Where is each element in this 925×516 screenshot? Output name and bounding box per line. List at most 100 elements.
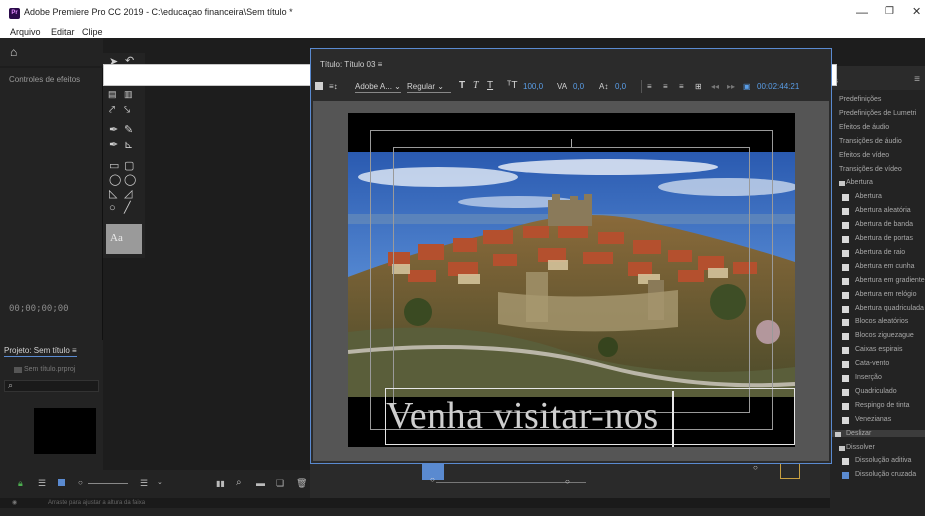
- pen-tool-icon[interactable]: ✒: [109, 125, 118, 136]
- leading-value[interactable]: 0,0: [615, 82, 626, 91]
- circle-tool-icon[interactable]: ○: [109, 203, 116, 214]
- tab-stops-icon[interactable]: ⊞: [695, 82, 702, 91]
- minimize-button[interactable]: —: [856, 5, 868, 19]
- new-item-icon[interactable]: ❏: [276, 478, 284, 489]
- title-caption-text[interactable]: Venha visitar-nos: [386, 394, 659, 438]
- effects-list-item[interactable]: Abertura em gradiente: [842, 277, 925, 285]
- effects-list-item[interactable]: Abertura de portas: [842, 235, 913, 243]
- lock-icon[interactable]: 🔒︎: [18, 478, 23, 489]
- effects-list-item[interactable]: Cata-vento: [842, 360, 889, 369]
- effects-list-item[interactable]: Predefinições: [839, 96, 881, 103]
- effects-list-item[interactable]: Venezianas: [842, 416, 891, 424]
- timeline-scrollbar[interactable]: [436, 482, 586, 483]
- effects-list-item[interactable]: Abertura de raio: [842, 249, 905, 257]
- playhead-icon[interactable]: ○: [430, 475, 435, 484]
- title-designer-menu-icon[interactable]: ≡: [378, 60, 383, 69]
- effects-list-item[interactable]: Transições de áudio: [839, 138, 902, 145]
- effects-list-item[interactable]: Dissolver: [839, 444, 875, 451]
- sort-icon[interactable]: ☰: [140, 478, 148, 489]
- icon-view-icon[interactable]: [58, 479, 65, 486]
- list-view-icon[interactable]: ☰: [38, 478, 46, 489]
- kerning-value[interactable]: 0,0: [573, 82, 584, 91]
- align-right-icon[interactable]: ≡: [679, 82, 684, 91]
- effects-list-item[interactable]: Transições de vídeo: [839, 166, 902, 173]
- font-size-value[interactable]: 100,0: [523, 82, 543, 91]
- effects-list-item[interactable]: Deslizar: [830, 429, 925, 437]
- timeline-end-icon[interactable]: ○: [753, 463, 758, 472]
- align-center-icon[interactable]: ≡: [663, 82, 668, 91]
- roll-crawl-icon[interactable]: ≡↕: [329, 82, 338, 91]
- effects-list-item[interactable]: Dissolução aditiva: [842, 457, 911, 466]
- effects-list-item[interactable]: Abertura quadriculada: [842, 305, 924, 313]
- effects-list-item-label: Dissolver: [846, 443, 875, 451]
- effects-list-item[interactable]: Abertura em relógio: [842, 290, 917, 299]
- effects-list-item[interactable]: Respingo de tinta: [842, 402, 909, 410]
- background-video-icon[interactable]: ▣: [743, 82, 751, 91]
- title-designer-tab[interactable]: Título: Título 03 ≡: [320, 60, 382, 69]
- underline-icon[interactable]: T: [487, 80, 493, 91]
- home-icon[interactable]: ⌂: [10, 45, 17, 59]
- italic-icon[interactable]: T: [473, 80, 479, 91]
- convert-anchor-tool-icon[interactable]: ⊾: [124, 140, 133, 151]
- project-search-input[interactable]: ⌕: [4, 380, 99, 392]
- effects-list-item[interactable]: Abertura em cunha: [842, 263, 915, 271]
- effects-list-item[interactable]: Blocos ziguezague: [842, 332, 914, 341]
- delete-anchor-tool-icon[interactable]: ✎: [124, 125, 133, 136]
- effects-panel-menu-icon[interactable]: ≡: [914, 74, 920, 85]
- effects-list-item[interactable]: Predefinições de Lumetri: [839, 110, 916, 117]
- zoom-slider-track[interactable]: [88, 483, 128, 484]
- font-family-select[interactable]: Adobe A... ⌄: [355, 80, 401, 93]
- trash-icon[interactable]: 🗑︎: [296, 478, 307, 489]
- line-tool-icon[interactable]: ╱: [124, 203, 131, 214]
- effects-list-item[interactable]: Abertura: [842, 193, 882, 202]
- effects-list-item[interactable]: Abertura aleatória: [842, 207, 911, 216]
- effects-list-item[interactable]: Efeitos de vídeo: [839, 152, 889, 159]
- maximize-button[interactable]: ❐: [885, 6, 894, 17]
- effects-controls-tab[interactable]: Controles de efeitos: [9, 75, 80, 84]
- font-style-select[interactable]: Regular ⌄: [407, 80, 451, 93]
- effects-list-item[interactable]: Caixas espirais: [842, 346, 902, 355]
- effects-list-item[interactable]: Dissolução cruzada: [842, 471, 916, 480]
- zoom-slider-handle-icon[interactable]: ○: [78, 478, 83, 487]
- effects-list-item-label: Transições de vídeo: [839, 165, 902, 173]
- transition-icon: [842, 236, 849, 243]
- area-type-tool-icon[interactable]: ▤: [108, 90, 117, 99]
- effects-list-item[interactable]: Abertura: [839, 179, 873, 187]
- effects-list-item-label: Abertura em relógio: [855, 290, 917, 298]
- new-title-icon[interactable]: [315, 82, 323, 90]
- menu-clipe[interactable]: Clipe: [82, 27, 103, 37]
- arc-tool-icon[interactable]: ◿: [124, 189, 132, 200]
- add-anchor-tool-icon[interactable]: ✒: [109, 140, 118, 151]
- effects-timecode[interactable]: 00;00;00;00: [9, 304, 69, 314]
- title-canvas[interactable]: Venha visitar-nos: [348, 113, 795, 447]
- effects-list-item[interactable]: Abertura de banda: [842, 221, 913, 230]
- background-timecode[interactable]: 00:02:44:21: [757, 82, 799, 91]
- align-left-icon[interactable]: ≡: [647, 82, 652, 91]
- ellipse-tool-icon[interactable]: ◯: [109, 175, 121, 186]
- effects-list-item[interactable]: Inserção: [842, 374, 882, 382]
- path-type-tool-icon[interactable]: ⤤: [109, 105, 115, 116]
- rounded-rectangle-tool-icon[interactable]: ▢: [124, 161, 134, 172]
- new-bin-icon[interactable]: ▬: [256, 478, 265, 488]
- vertical-area-type-tool-icon[interactable]: ▥: [124, 90, 133, 99]
- project-menu-icon[interactable]: ≡: [72, 346, 77, 355]
- wedge-tool-icon[interactable]: ◺: [109, 189, 117, 200]
- chevron-down-icon[interactable]: ⌄: [157, 478, 163, 486]
- rectangle-tool-icon[interactable]: ▭: [109, 161, 119, 172]
- effects-list-item-label: Transições de áudio: [839, 137, 902, 145]
- find-icon[interactable]: ⌕: [236, 477, 242, 488]
- effects-list-item[interactable]: Quadriculado: [842, 388, 897, 396]
- menu-arquivo[interactable]: Arquivo: [10, 27, 41, 37]
- scroll-handle-icon[interactable]: ○: [565, 477, 570, 486]
- close-window-button[interactable]: ✕: [912, 5, 921, 18]
- project-tab[interactable]: Projeto: Sem título ≡: [4, 346, 77, 357]
- vertical-path-type-tool-icon[interactable]: ⤥: [124, 105, 130, 116]
- bold-icon[interactable]: T: [459, 80, 465, 91]
- project-thumbnail[interactable]: [34, 408, 96, 454]
- rounded-corner-tool-icon[interactable]: ◯: [124, 175, 136, 186]
- text-style-swatch[interactable]: Aa: [106, 224, 142, 254]
- effects-list-item[interactable]: Blocos aleatórios: [842, 318, 908, 327]
- automate-icon[interactable]: ▮▮: [216, 479, 225, 488]
- effects-list-item[interactable]: Efeitos de áudio: [839, 124, 889, 131]
- menu-editar[interactable]: Editar: [51, 27, 75, 37]
